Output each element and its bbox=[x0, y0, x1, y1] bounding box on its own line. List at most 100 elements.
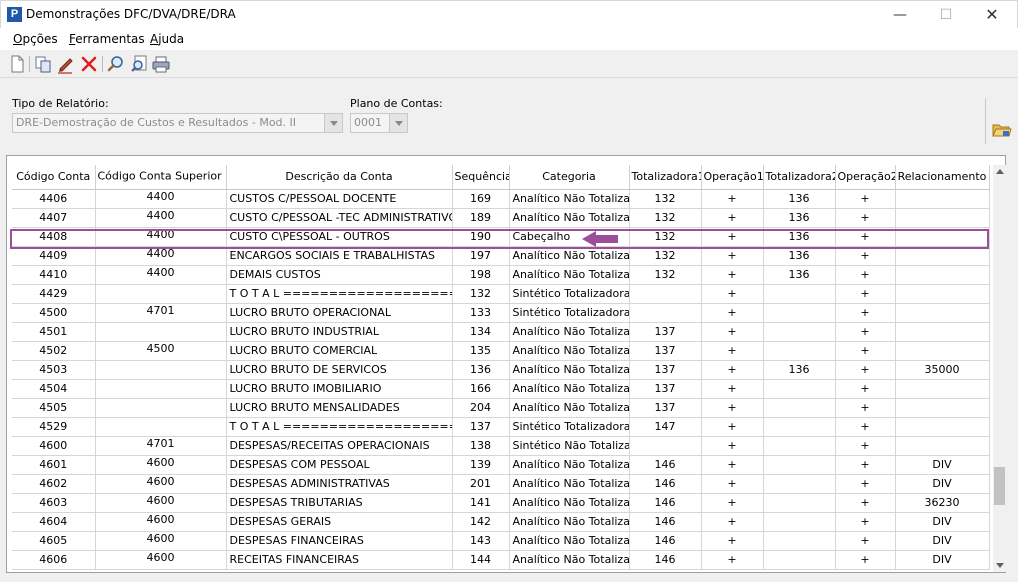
cell-relacionamento[interactable]: DIV bbox=[895, 512, 990, 532]
search-icon[interactable] bbox=[106, 54, 126, 74]
table-row[interactable]: 4407 4400 CUSTO C/PESSOAL -TEC ADMINISTRAT… bbox=[12, 208, 990, 228]
cell-totalizadora2[interactable]: 136 bbox=[763, 189, 836, 209]
table-row[interactable]: 4605 4600 DESPESAS FINANCEIRAS 143 Analítico… bbox=[12, 531, 990, 551]
cell-operacao1[interactable]: + bbox=[701, 455, 764, 475]
cell-relacionamento[interactable] bbox=[895, 398, 990, 418]
cell-sequencia[interactable]: 169 bbox=[452, 189, 510, 209]
cell-categoria[interactable]: Analítico Não Totalizadora bbox=[509, 360, 630, 380]
cell-operacao2[interactable]: + bbox=[835, 417, 896, 437]
cell-operacao2[interactable]: + bbox=[835, 398, 896, 418]
new-document-icon[interactable] bbox=[7, 54, 27, 74]
cell-sequencia[interactable]: 189 bbox=[452, 208, 510, 228]
table-row[interactable]: 4410 4400 DEMAIS CUSTOS 198 Analítico Não To… bbox=[12, 265, 990, 285]
menu-ferramentas[interactable]: Ferramentas bbox=[69, 32, 145, 46]
cell-relacionamento[interactable] bbox=[895, 303, 990, 323]
chevron-down-icon[interactable] bbox=[324, 114, 342, 132]
scroll-thumb[interactable] bbox=[994, 467, 1005, 505]
cell-superior[interactable]: 4701 bbox=[95, 436, 227, 456]
cell-descricao[interactable]: CUSTOS C/PESSOAL DOCENTE bbox=[226, 189, 453, 209]
cell-descricao[interactable]: DESPESAS GERAIS bbox=[226, 512, 453, 532]
cell-relacionamento[interactable] bbox=[895, 189, 990, 209]
cell-operacao2[interactable]: + bbox=[835, 436, 896, 456]
cell-superior[interactable] bbox=[95, 284, 227, 304]
cell-codigo[interactable]: 4603 bbox=[12, 493, 96, 513]
cell-operacao2[interactable]: + bbox=[835, 493, 896, 513]
column-header[interactable]: Categoria bbox=[509, 165, 630, 190]
cell-descricao[interactable]: LUCRO BRUTO INDUSTRIAL bbox=[226, 322, 453, 342]
column-header[interactable]: Código Conta Superiori bbox=[95, 165, 227, 190]
column-header[interactable]: Sequência bbox=[452, 165, 510, 190]
cell-sequencia[interactable]: 136 bbox=[452, 360, 510, 380]
cell-sequencia[interactable]: 141 bbox=[452, 493, 510, 513]
cell-descricao[interactable]: LUCRO BRUTO MENSALIDADES bbox=[226, 398, 453, 418]
cell-totalizadora2[interactable] bbox=[763, 436, 836, 456]
cell-totalizadora1[interactable]: 137 bbox=[629, 322, 702, 342]
cell-sequencia[interactable]: 133 bbox=[452, 303, 510, 323]
cell-sequencia[interactable]: 166 bbox=[452, 379, 510, 399]
cell-superior[interactable]: 4600 bbox=[95, 512, 227, 532]
edit-pencil-icon[interactable] bbox=[56, 54, 76, 74]
cell-totalizadora2[interactable] bbox=[763, 341, 836, 361]
cell-codigo[interactable]: 4406 bbox=[12, 189, 96, 209]
cell-descricao[interactable]: DESPESAS/RECEITAS OPERACIONAIS bbox=[226, 436, 453, 456]
cell-totalizadora2[interactable]: 136 bbox=[763, 208, 836, 228]
cell-totalizadora1[interactable] bbox=[629, 284, 702, 304]
cell-superior[interactable]: 4701 bbox=[95, 303, 227, 323]
cell-descricao[interactable]: DESPESAS FINANCEIRAS bbox=[226, 531, 453, 551]
cell-sequencia[interactable]: 138 bbox=[452, 436, 510, 456]
cell-codigo[interactable]: 4504 bbox=[12, 379, 96, 399]
cell-categoria[interactable]: Analítico Não Totalizadora bbox=[509, 550, 630, 570]
table-row[interactable]: 4502 4500 LUCRO BRUTO COMERCIAL 135 Analític… bbox=[12, 341, 990, 361]
cell-operacao2[interactable]: + bbox=[835, 455, 896, 475]
cell-operacao1[interactable]: + bbox=[701, 436, 764, 456]
table-row[interactable]: 4603 4600 DESPESAS TRIBUTARIAS 141 Analítico… bbox=[12, 493, 990, 513]
cell-superior[interactable]: 4600 bbox=[95, 531, 227, 551]
scroll-down-arrow-icon[interactable] bbox=[993, 558, 1006, 572]
cell-codigo[interactable]: 4606 bbox=[12, 550, 96, 570]
table-row[interactable]: 4500 4701 LUCRO BRUTO OPERACIONAL 133 Sintét… bbox=[12, 303, 990, 323]
cell-operacao2[interactable]: + bbox=[835, 550, 896, 570]
cell-relacionamento[interactable] bbox=[895, 208, 990, 228]
cell-sequencia[interactable]: 134 bbox=[452, 322, 510, 342]
cell-codigo[interactable]: 4605 bbox=[12, 531, 96, 551]
cell-categoria[interactable]: Sintético Não Totalizadora bbox=[509, 436, 630, 456]
cell-codigo[interactable]: 4410 bbox=[12, 265, 96, 285]
cell-totalizadora1[interactable]: 132 bbox=[629, 265, 702, 285]
column-header[interactable]: Relacionamento bbox=[895, 165, 990, 190]
cell-codigo[interactable]: 4602 bbox=[12, 474, 96, 494]
cell-superior[interactable]: 4600 bbox=[95, 493, 227, 513]
cell-descricao[interactable]: DEMAIS CUSTOS bbox=[226, 265, 453, 285]
cell-totalizadora2[interactable]: 136 bbox=[763, 360, 836, 380]
cell-relacionamento[interactable]: DIV bbox=[895, 455, 990, 475]
cell-relacionamento[interactable]: DIV bbox=[895, 550, 990, 570]
cell-operacao2[interactable]: + bbox=[835, 360, 896, 380]
cell-sequencia[interactable]: 198 bbox=[452, 265, 510, 285]
copy-icon[interactable] bbox=[33, 54, 53, 74]
cell-relacionamento[interactable] bbox=[895, 341, 990, 361]
cell-totalizadora1[interactable]: 137 bbox=[629, 379, 702, 399]
cell-categoria[interactable]: Sintético Totalizadora bbox=[509, 303, 630, 323]
cell-categoria[interactable]: Analítico Não Totalizadora bbox=[509, 455, 630, 475]
cell-relacionamento[interactable] bbox=[895, 322, 990, 342]
cell-descricao[interactable]: LUCRO BRUTO OPERACIONAL bbox=[226, 303, 453, 323]
cell-codigo[interactable]: 4604 bbox=[12, 512, 96, 532]
cell-totalizadora1[interactable]: 146 bbox=[629, 493, 702, 513]
table-row[interactable]: 4505 LUCRO BRUTO MENSALIDADES 204 Analítico… bbox=[12, 398, 990, 418]
cell-categoria[interactable]: Analítico Não Totalizadora bbox=[509, 208, 630, 228]
cell-totalizadora1[interactable]: 132 bbox=[629, 208, 702, 228]
cell-superior[interactable] bbox=[95, 322, 227, 342]
delete-x-icon[interactable] bbox=[79, 54, 99, 74]
cell-sequencia[interactable]: 137 bbox=[452, 417, 510, 437]
cell-totalizadora1[interactable]: 147 bbox=[629, 417, 702, 437]
cell-totalizadora2[interactable] bbox=[763, 303, 836, 323]
cell-categoria[interactable]: Analítico Não Totalizadora bbox=[509, 512, 630, 532]
cell-operacao1[interactable]: + bbox=[701, 360, 764, 380]
vertical-scrollbar[interactable] bbox=[993, 165, 1006, 572]
cell-operacao2[interactable]: + bbox=[835, 531, 896, 551]
cell-superior[interactable] bbox=[95, 398, 227, 418]
cell-sequencia[interactable]: 204 bbox=[452, 398, 510, 418]
cell-totalizadora2[interactable] bbox=[763, 531, 836, 551]
cell-sequencia[interactable]: 144 bbox=[452, 550, 510, 570]
cell-operacao1[interactable]: + bbox=[701, 550, 764, 570]
cell-totalizadora1[interactable]: 137 bbox=[629, 341, 702, 361]
